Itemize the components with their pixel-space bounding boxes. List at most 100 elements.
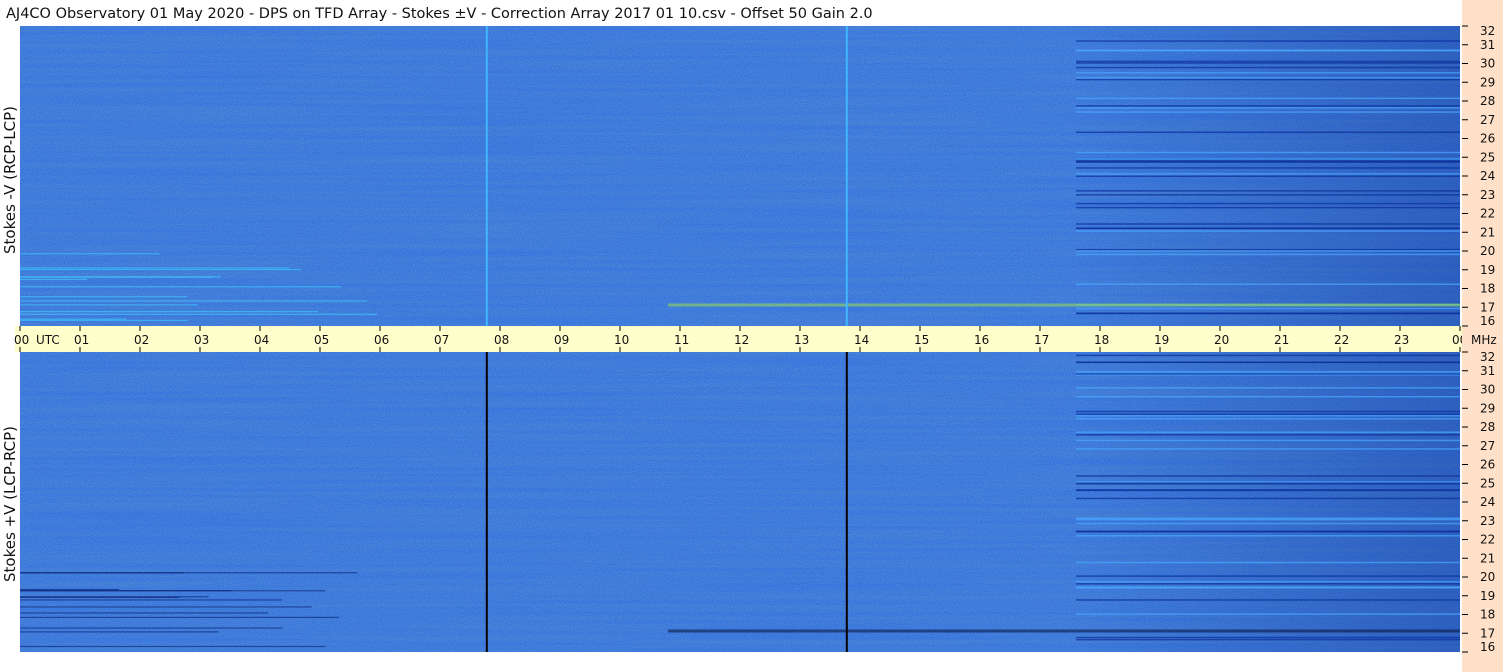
interference-stripe: [1076, 497, 1460, 500]
interference-stripe: [1076, 107, 1460, 109]
emission-stripe: [20, 596, 180, 599]
interference-stripe: [1076, 202, 1460, 205]
emission-stripe: [20, 253, 160, 255]
time-tick-label: 15: [914, 333, 929, 347]
bottom-spectrogram-panel: [20, 352, 1460, 652]
freq-tick-label: 30: [1480, 383, 1495, 397]
low-freq-emission: [668, 303, 1460, 307]
interference-stripe: [1076, 354, 1460, 357]
interference-stripe: [1076, 194, 1460, 196]
freq-tick-label: 26: [1480, 132, 1495, 146]
emission-stripe: [20, 310, 318, 313]
emission-stripe: [20, 276, 221, 278]
freq-tick-label: 24: [1480, 495, 1495, 509]
interference-stripe: [1076, 448, 1460, 450]
interference-stripe: [1076, 223, 1460, 225]
interference-stripe: [1076, 283, 1460, 286]
interference-stripe: [1076, 77, 1460, 79]
freq-tick-label: 17: [1480, 626, 1495, 640]
emission-stripe: [20, 304, 199, 306]
interference-stripe: [1076, 62, 1460, 64]
interference-stripe: [1076, 66, 1460, 69]
interference-stripe: [1076, 230, 1460, 232]
emission-stripe: [20, 319, 188, 322]
interference-stripe: [1076, 78, 1460, 81]
time-tick-label: 03: [194, 333, 209, 347]
freq-tick-label: 18: [1480, 608, 1495, 622]
interference-stripe: [1076, 522, 1460, 525]
freq-tick-label: 17: [1480, 300, 1495, 314]
emission-stripe: [20, 572, 184, 574]
bottom-ylabel: Stokes +V (LCP-RCP): [1, 426, 19, 582]
interference-stripe: [1076, 307, 1460, 310]
emission-stripe: [20, 616, 339, 619]
time-tick-label: 20: [1214, 333, 1229, 347]
time-tick-label: 22: [1334, 333, 1349, 347]
interference-stripe: [1076, 518, 1460, 521]
interference-stripe: [1076, 489, 1460, 492]
freq-tick-label: 20: [1480, 244, 1495, 258]
top-spectrogram-panel: [20, 26, 1460, 326]
window-title: AJ4CO Observatory 01 May 2020 - DPS on T…: [6, 6, 873, 22]
interference-stripe: [1076, 49, 1460, 52]
interference-stripe: [1076, 161, 1460, 163]
interference-stripe: [1076, 583, 1460, 585]
emission-stripe: [20, 300, 367, 302]
mhz-unit-label: MHz: [1471, 333, 1497, 347]
freq-tick-label: 21: [1480, 551, 1495, 565]
interference-stripe: [1076, 581, 1460, 583]
freq-tick-label: 27: [1480, 113, 1495, 127]
low-freq-emission: [668, 629, 1460, 633]
freq-tick-label: 16: [1480, 314, 1495, 328]
time-tick-label: 04: [254, 333, 269, 347]
freq-tick-label: 32: [1480, 24, 1495, 38]
time-tick-label: 11: [674, 333, 689, 347]
emission-stripe: [20, 296, 188, 298]
interference-stripe: [1076, 483, 1460, 485]
interference-stripe: [1076, 636, 1460, 639]
interference-stripe: [1076, 530, 1460, 533]
freq-tick-label: 20: [1480, 570, 1495, 584]
interference-stripe: [1076, 111, 1460, 113]
interference-stripe: [1076, 253, 1460, 256]
time-tick-label: 21: [1274, 333, 1289, 347]
interference-stripe: [1076, 250, 1460, 252]
emission-stripe: [20, 278, 88, 280]
time-tick-label: 23: [1394, 333, 1409, 347]
interference-stripe: [1076, 575, 1460, 577]
freq-tick-label: 26: [1480, 458, 1495, 472]
time-tick-label: 13: [794, 333, 809, 347]
interference-stripe: [1076, 131, 1460, 134]
time-tick-label: 05: [314, 333, 329, 347]
interference-stripe: [1076, 431, 1460, 433]
interference-stripe: [1076, 361, 1460, 364]
interference-stripe: [1076, 312, 1460, 315]
interference-stripe: [1076, 475, 1460, 477]
time-tick-label: 08: [494, 333, 509, 347]
interference-stripe: [1076, 370, 1460, 373]
freq-tick-label: 23: [1480, 188, 1495, 202]
interference-stripe: [1076, 97, 1460, 100]
top-ylabel: Stokes -V (RCP-LCP): [1, 106, 19, 254]
emission-stripe: [20, 267, 290, 269]
freq-tick-label: 22: [1480, 207, 1495, 221]
freq-tick-label: 22: [1480, 533, 1495, 547]
freq-tick-label: 31: [1480, 364, 1495, 378]
interference-stripe: [1076, 157, 1460, 160]
emission-stripe: [20, 286, 342, 288]
interference-stripe: [1076, 586, 1460, 589]
interference-stripe: [1076, 535, 1460, 537]
freq-tick-label: 25: [1480, 150, 1495, 164]
interference-stripe: [1076, 638, 1460, 641]
interference-stripe: [1076, 40, 1460, 42]
interference-stripe: [1076, 517, 1460, 519]
time-tick-label: 00: [14, 333, 29, 347]
freq-tick-label: 16: [1480, 640, 1495, 654]
emission-stripe: [20, 612, 269, 614]
time-tick-label: 14: [854, 333, 869, 347]
emission-stripe: [20, 318, 127, 320]
interference-stripe: [1076, 439, 1460, 442]
emission-stripe: [20, 645, 326, 648]
freq-tick-label: 21: [1480, 225, 1495, 239]
interference-stripe: [1076, 410, 1460, 413]
